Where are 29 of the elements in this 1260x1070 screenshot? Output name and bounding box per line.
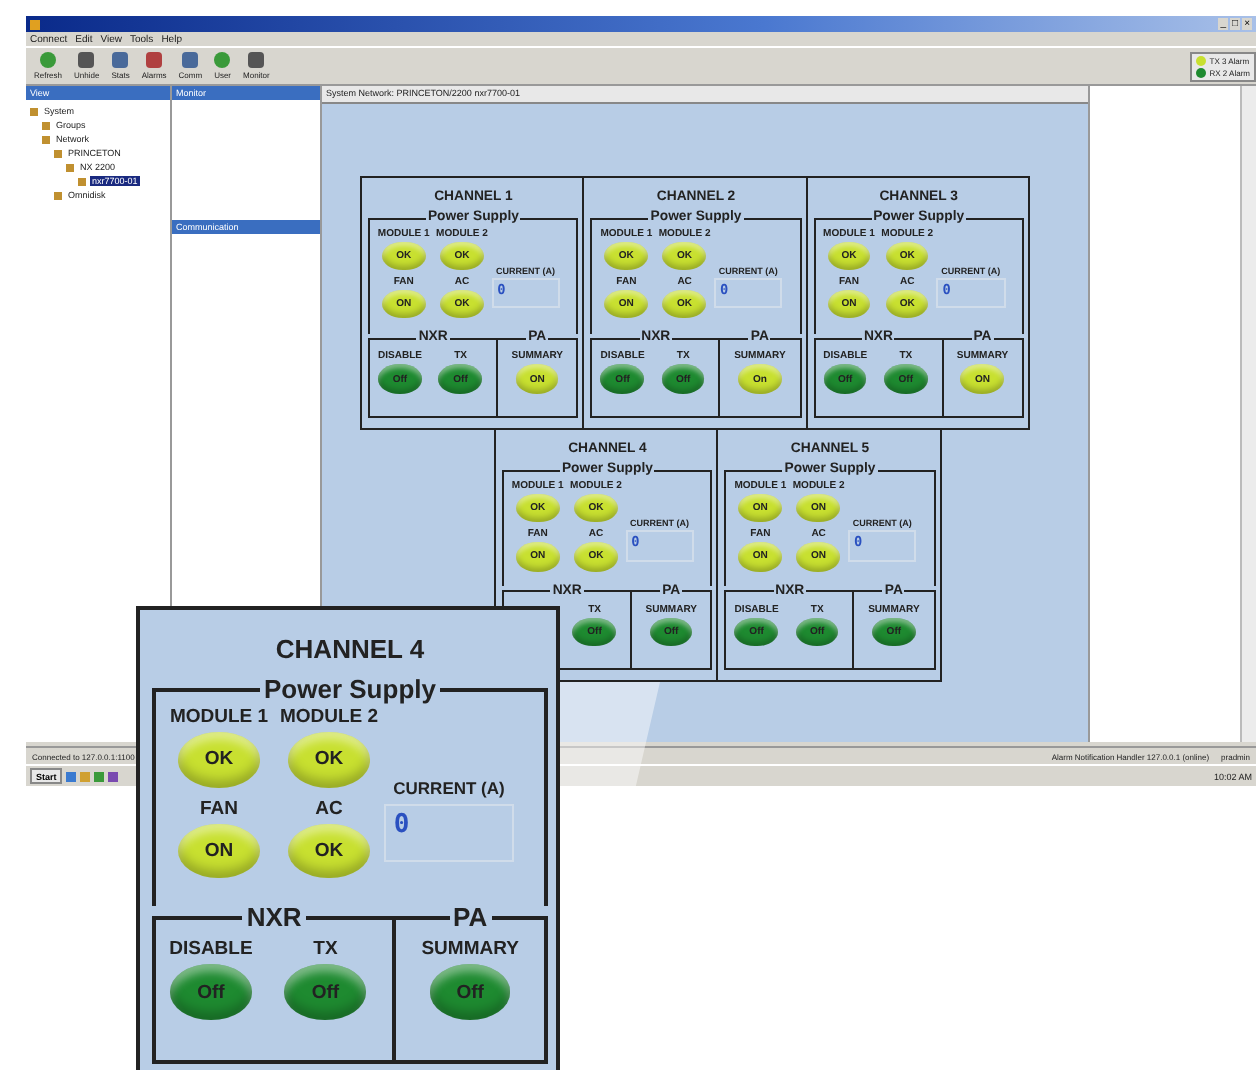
indicator-label: FAN bbox=[200, 797, 238, 820]
channel-title: CHANNEL 4 bbox=[273, 631, 427, 668]
node-icon bbox=[42, 135, 50, 143]
node-icon bbox=[78, 177, 86, 185]
node-icon bbox=[66, 163, 74, 171]
app-icon bbox=[30, 19, 40, 29]
status-light: Off bbox=[429, 964, 511, 1020]
status-light: OK bbox=[288, 732, 370, 788]
group-title: NXR bbox=[244, 904, 304, 931]
indicator-label: DISABLE bbox=[169, 938, 253, 961]
indicator-label: AC bbox=[315, 797, 343, 820]
status-light: Off bbox=[284, 964, 367, 1020]
node-icon bbox=[42, 121, 50, 129]
current-label: CURRENT (A) bbox=[393, 778, 505, 799]
node-icon bbox=[30, 107, 38, 115]
group-title: Power Supply bbox=[262, 676, 438, 703]
node-icon bbox=[54, 191, 62, 199]
indicator-label: MODULE 1 bbox=[169, 706, 269, 729]
group-title: PA bbox=[451, 904, 490, 931]
status-light: ON bbox=[178, 823, 260, 879]
indicator-label: SUMMARY bbox=[421, 938, 519, 961]
indicator-label: MODULE 2 bbox=[279, 706, 379, 729]
status-light: Off bbox=[170, 964, 252, 1020]
current-readout: 0 bbox=[384, 804, 514, 862]
node-icon bbox=[54, 149, 62, 157]
scrollbar[interactable] bbox=[1240, 86, 1256, 742]
indicator-label: TX bbox=[313, 938, 338, 961]
status-light: OK bbox=[288, 823, 370, 879]
status-light: OK bbox=[178, 732, 260, 788]
